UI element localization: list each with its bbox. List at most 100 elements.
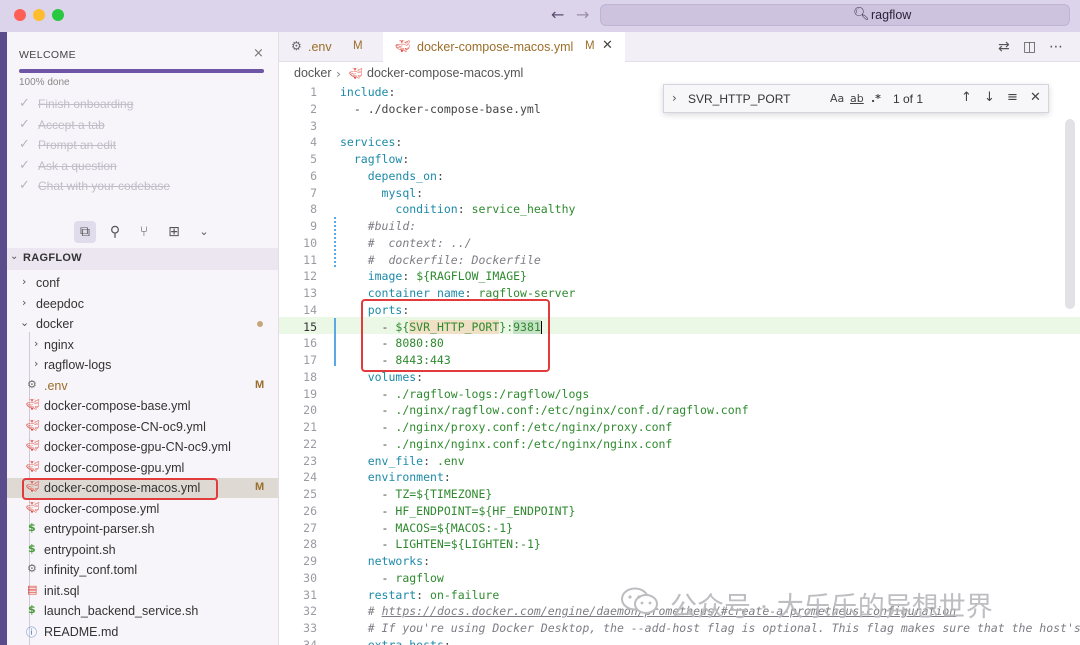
code-line[interactable]: networks: (340, 554, 430, 568)
tree-file-docker-compose-base[interactable]: 🐳︎ docker-compose-base.yml (7, 396, 278, 416)
chevron-down-icon[interactable]: ⌄ (193, 221, 215, 243)
code-line[interactable]: - ./nginx/proxy.conf:/etc/nginx/proxy.co… (340, 420, 673, 434)
tree-label: nginx (44, 338, 74, 352)
code-line[interactable]: - ./ragflow-logs:/ragflow/logs (340, 387, 590, 401)
database-icon: ▤ (27, 583, 38, 596)
tree-file-docker-compose-cn-oc9[interactable]: 🐳︎ docker-compose-CN-oc9.yml (7, 417, 278, 437)
files-icon[interactable]: ⧉ (74, 221, 96, 243)
line-number: 28 (303, 537, 317, 552)
code-line[interactable]: - ./docker-compose-base.yml (340, 102, 541, 116)
tree-folder-conf[interactable]: › conf (7, 273, 278, 293)
code-line[interactable]: depends_on: (340, 169, 444, 183)
code-line[interactable]: # dockerfile: Dockerfile (340, 253, 541, 267)
close-window-button[interactable] (14, 9, 26, 21)
code-line[interactable]: container_name: ragflow-server (340, 286, 576, 300)
nav-forward-icon[interactable]: → (576, 5, 589, 24)
tree-file-readme[interactable]: ⓘ README.md (7, 622, 278, 642)
tab-env[interactable]: ⚙ .env M (279, 32, 379, 62)
extensions-icon[interactable]: ⊞ (163, 221, 185, 243)
tree-file-docker-compose-gpu-cn-oc9[interactable]: 🐳︎ docker-compose-gpu-CN-oc9.yml (7, 437, 278, 457)
tree-file-docker-compose[interactable]: 🐳︎ docker-compose.yml (7, 499, 278, 519)
previous-match-icon[interactable]: ↑ (961, 90, 972, 105)
modified-badge: M (353, 40, 363, 52)
source-control-icon[interactable]: ⑂ (133, 221, 155, 243)
command-center-search[interactable]: 🔍︎ ragflow (600, 4, 1070, 26)
code-line[interactable]: - TZ=${TIMEZONE} (340, 487, 493, 501)
watermark-text: 公众号 · 大乐乐的异想世界 (670, 592, 993, 623)
nav-back-icon[interactable]: ← (551, 5, 564, 24)
tree-folder-deepdoc[interactable]: › deepdoc (7, 294, 278, 314)
editor-scrollbar[interactable] (1065, 119, 1075, 309)
tree-file-infinity-conf[interactable]: ⚙ infinity_conf.toml (7, 560, 278, 580)
command-center-label: ragflow (871, 8, 912, 22)
line-number: 25 (303, 487, 317, 501)
tree-file-env[interactable]: ⚙ .env M (7, 376, 278, 396)
minimize-window-button[interactable] (33, 9, 45, 21)
tree-folder-docker[interactable]: ⌄ docker (7, 314, 278, 334)
tree-file-launch-backend[interactable]: $ launch_backend_service.sh (7, 601, 278, 621)
tree-label: init.sql (44, 584, 80, 598)
chevron-right-icon: › (336, 66, 341, 81)
next-match-icon[interactable]: ↓ (984, 90, 995, 105)
tree-file-docker-compose-gpu[interactable]: 🐳︎ docker-compose-gpu.yml (7, 458, 278, 478)
tree-folder-ragflow-logs[interactable]: › ragflow-logs (7, 355, 278, 375)
code-line[interactable]: image: ${RAGFLOW_IMAGE} (340, 269, 527, 283)
line-number: 19 (303, 386, 317, 401)
explorer-section-ragflow[interactable]: ⌄ RAGFLOW (7, 248, 278, 270)
code-line[interactable]: environment: (340, 470, 451, 484)
code-line[interactable]: include: (340, 85, 395, 99)
tree-label: docker-compose-gpu-CN-oc9.yml (44, 440, 231, 454)
code-line[interactable]: - LIGHTEN=${LIGHTEN:-1} (340, 537, 541, 551)
code-line[interactable]: mysql: (340, 186, 424, 200)
code-line[interactable]: #build: (340, 219, 416, 233)
close-icon[interactable]: × (253, 46, 264, 61)
code-line[interactable]: condition: service_healthy (340, 202, 575, 216)
whole-word-toggle[interactable]: ab (850, 92, 864, 105)
find-in-selection-icon[interactable]: ≡ (1007, 90, 1018, 105)
code-line[interactable]: env_file: .env (340, 454, 465, 468)
chevron-right-icon[interactable]: › (672, 91, 677, 105)
find-widget: › SVR_HTTP_PORT Aa ab .* 1 of 1 ↑ ↓ ≡ ✕ (663, 84, 1049, 113)
line-number: 26 (303, 503, 317, 518)
tree-folder-nginx[interactable]: › nginx (7, 335, 278, 355)
match-case-toggle[interactable]: Aa (830, 92, 844, 105)
line-number: 20 (303, 403, 317, 418)
tree-file-entrypoint-parser[interactable]: $ entrypoint-parser.sh (7, 519, 278, 539)
zoom-window-button[interactable] (52, 9, 64, 21)
close-tab-icon[interactable]: ✕ (602, 38, 613, 53)
tree-label: entrypoint-parser.sh (44, 522, 155, 536)
info-icon: ⓘ (26, 626, 37, 639)
line-number: 1 (310, 85, 317, 99)
docker-icon: 🐳︎ (26, 398, 40, 411)
code-line[interactable]: - ./nginx/nginx.conf:/etc/nginx/nginx.co… (340, 437, 673, 451)
code-line[interactable]: - MACOS=${MACOS:-1} (340, 521, 514, 535)
code-editor[interactable]: 1 include: 2 - ./docker-compose-base.yml 3 4… (279, 84, 1080, 645)
find-input[interactable]: SVR_HTTP_PORT (688, 92, 790, 106)
code-line[interactable]: # context: ../ (340, 236, 472, 250)
code-line[interactable]: - ./nginx/ragflow.conf:/etc/nginx/conf.d… (340, 403, 749, 417)
shell-script-icon: $ (28, 542, 36, 555)
code-line[interactable]: ragflow: (340, 152, 409, 166)
split-editor-icon[interactable]: ◫ (1023, 39, 1036, 55)
tree-file-init-sql[interactable]: ▤ init.sql (7, 581, 278, 601)
code-line[interactable]: extra_hosts: (340, 638, 451, 645)
tree-file-entrypoint[interactable]: $ entrypoint.sh (7, 540, 278, 560)
code-line[interactable]: restart: on-failure (340, 588, 500, 602)
code-line[interactable]: - HF_ENDPOINT=${HF_ENDPOINT} (340, 504, 576, 518)
breadcrumb-item-docker[interactable]: docker (294, 66, 332, 80)
code-line[interactable]: services: (340, 135, 402, 149)
section-title: RAGFLOW (23, 252, 82, 264)
compare-icon[interactable]: ⇄ (998, 39, 1010, 55)
search-icon[interactable]: ⚲ (104, 221, 126, 243)
close-icon[interactable]: ✕ (1030, 90, 1041, 105)
match-count: 1 of 1 (893, 92, 924, 106)
breadcrumb-item-file[interactable]: docker-compose-macos.yml (367, 66, 523, 80)
more-icon[interactable]: ⋯ (1049, 39, 1063, 55)
line-number: 27 (303, 520, 317, 535)
line-number: 30 (303, 570, 317, 585)
checkmark-icon: ✓ (19, 137, 30, 152)
progress-label: 100% done (19, 77, 70, 88)
regex-toggle[interactable]: .* (871, 92, 881, 105)
tab-docker-compose-macos[interactable]: 🐳︎ docker-compose-macos.yml M ✕ (383, 32, 625, 62)
code-line[interactable]: - ragflow (340, 571, 444, 585)
